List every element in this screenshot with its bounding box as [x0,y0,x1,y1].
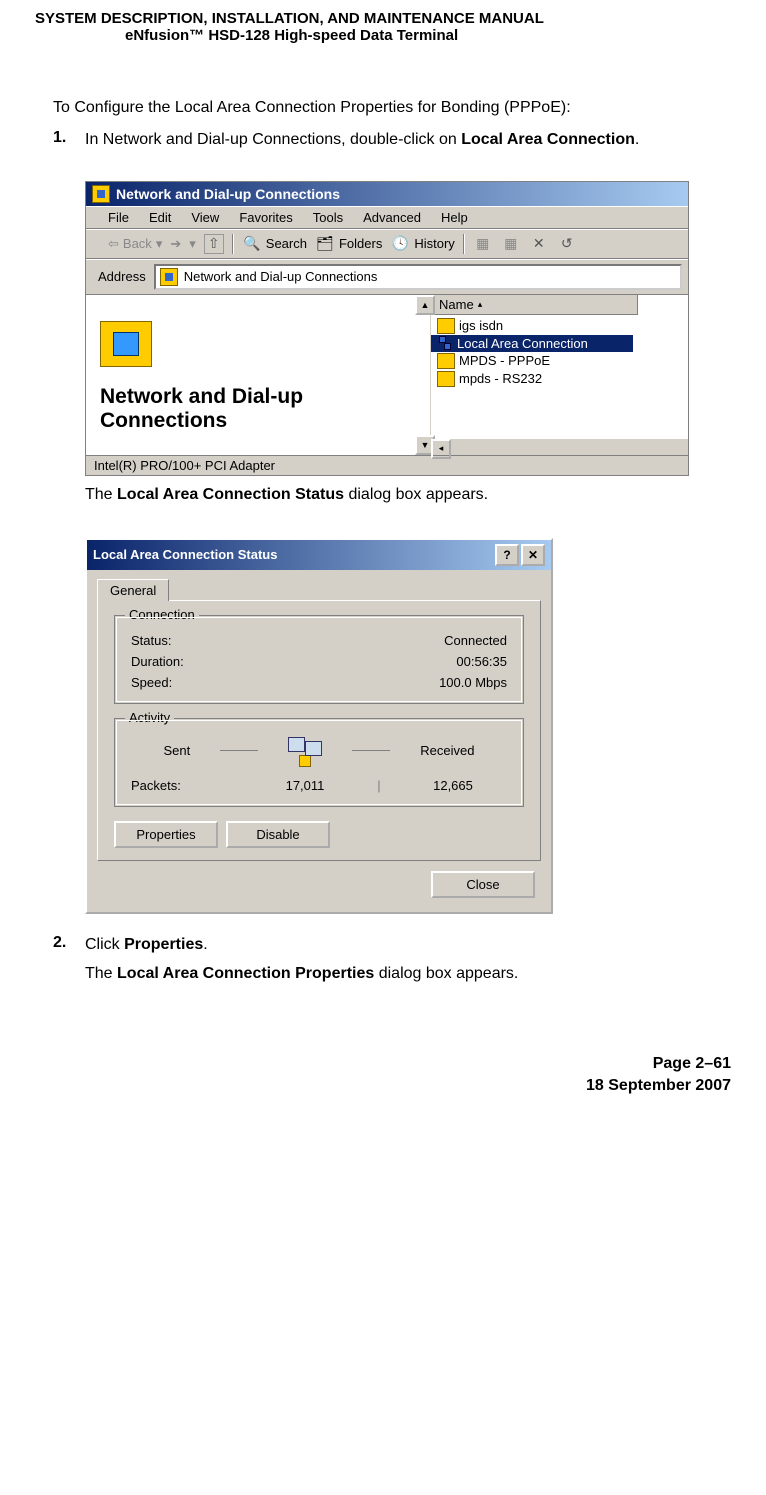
dialog-title: Local Area Connection Status [93,547,277,562]
step-instruction: Click Properties. [85,934,731,956]
status-label: Status: [131,633,171,648]
speed-value: 100.0 Mbps [439,675,507,690]
step1-pre: In Network and Dial-up Connections, doub… [85,131,461,148]
step-2: 2. Click Properties. [53,934,731,956]
disable-button[interactable]: Disable [226,821,330,848]
intro-text: To Configure the Local Area Connection P… [53,99,731,117]
address-field[interactable]: Network and Dial-up Connections [154,264,682,290]
manual-subtitle: eNfusion™ HSD-128 High-speed Data Termin… [35,27,731,44]
network-activity-icon [288,737,322,765]
scroll-up-button[interactable]: ▲ [415,295,435,315]
statusbar: Intel(R) PRO/100+ PCI Adapter [86,455,688,475]
step-1: 1. In Network and Dial-up Connections, d… [53,129,731,151]
speed-label: Speed: [131,675,172,690]
step1-result: The Local Area Connection Status dialog … [53,486,731,504]
status-value: Connected [444,633,507,648]
dialog-titlebar: Local Area Connection Status ? ✕ [87,540,551,570]
network-connections-window: Network and Dial-up Connections File Edi… [85,181,689,476]
page-footer: Page 2–61 18 September 2007 [35,1053,731,1096]
tab-panel: Connection Status: Connected Duration: 00:… [97,600,541,861]
menu-favorites[interactable]: Favorites [239,210,292,225]
dialup-icon [437,371,455,387]
column-header-name[interactable]: Name ▴ [431,295,638,315]
history-button[interactable]: 🕓History [390,234,454,254]
duration-label: Duration: [131,654,184,669]
folders-button[interactable]: 🗂Folders [315,234,382,254]
list-item[interactable]: mpds - RS232 [431,370,688,388]
address-label: Address [98,269,146,284]
big-folder-icon [100,321,152,367]
lan-icon [437,336,453,350]
step2-result: The Local Area Connection Properties dia… [53,965,731,983]
forward-button[interactable]: ➔ [170,236,181,252]
list-item-selected[interactable]: Local Area Connection [431,335,633,352]
search-icon: 🔍 [242,234,262,254]
tab-general[interactable]: General [97,579,169,601]
dialup-icon [437,318,455,334]
menu-advanced[interactable]: Advanced [363,210,421,225]
window-titlebar: Network and Dial-up Connections [86,182,688,206]
search-button[interactable]: 🔍Search [242,234,307,254]
folder-icon [92,185,110,203]
step-instruction: In Network and Dial-up Connections, doub… [85,129,731,151]
page-number: Page 2–61 [35,1053,731,1075]
back-button[interactable]: ⇦ Back ▾ [108,236,162,252]
menu-edit[interactable]: Edit [149,210,171,225]
horizontal-scrollbar[interactable]: ◂ [431,439,688,455]
close-icon[interactable]: ✕ [521,544,545,566]
packets-received: 12,665 [399,778,507,793]
help-button[interactable]: ? [495,544,519,566]
close-button[interactable]: Close [431,871,535,898]
dialup-icon [437,353,455,369]
manual-title: SYSTEM DESCRIPTION, INSTALLATION, AND MA… [35,10,731,27]
right-pane: ▲ ▼ Name ▴ igs isdn Local Area Connectio… [431,295,688,455]
group-label: Activity [125,710,174,725]
connection-group: Connection Status:Connected Duration:00:… [114,615,524,704]
folders-icon: 🗂 [315,234,335,254]
packets-sent: 17,011 [251,778,359,793]
menu-file[interactable]: File [108,210,129,225]
lan-status-dialog: Local Area Connection Status ? ✕ General… [85,538,553,914]
toolbar: ⇦ Back ▾ ➔ ▾ ⇧ 🔍Search 🗂Folders 🕓History… [86,229,688,259]
step1-post: . [635,131,639,148]
history-icon: 🕓 [390,234,410,254]
menu-tools[interactable]: Tools [313,210,343,225]
window-title: Network and Dial-up Connections [116,186,340,202]
left-pane: Network and Dial-up Connections [86,295,431,455]
list-item[interactable]: igs isdn [431,317,688,335]
moveto-icon[interactable]: ▦ [473,234,493,254]
activity-group: Activity Sent Received Packets: 17,011 | [114,718,524,807]
list-item[interactable]: MPDS - PPPoE [431,352,688,370]
sent-label: Sent [164,743,191,758]
group-label: Connection [125,607,199,622]
menubar: File Edit View Favorites Tools Advanced … [86,206,688,229]
step-number: 2. [53,934,85,956]
packets-label: Packets: [131,778,251,793]
menu-help[interactable]: Help [441,210,468,225]
step1-bold: Local Area Connection [461,131,635,148]
page-date: 18 September 2007 [35,1075,731,1097]
delete-icon[interactable]: ✕ [529,234,549,254]
properties-button[interactable]: Properties [114,821,218,848]
undo-icon[interactable]: ↺ [557,234,577,254]
folder-icon [160,268,178,286]
step-number: 1. [53,129,85,151]
copyto-icon[interactable]: ▦ [501,234,521,254]
address-value: Network and Dial-up Connections [184,269,378,284]
duration-value: 00:56:35 [456,654,507,669]
address-bar: Address Network and Dial-up Connections [86,259,688,295]
up-icon[interactable]: ⇧ [204,234,224,254]
received-label: Received [420,743,474,758]
left-pane-title: Network and Dial-up Connections [100,385,420,433]
menu-view[interactable]: View [191,210,219,225]
